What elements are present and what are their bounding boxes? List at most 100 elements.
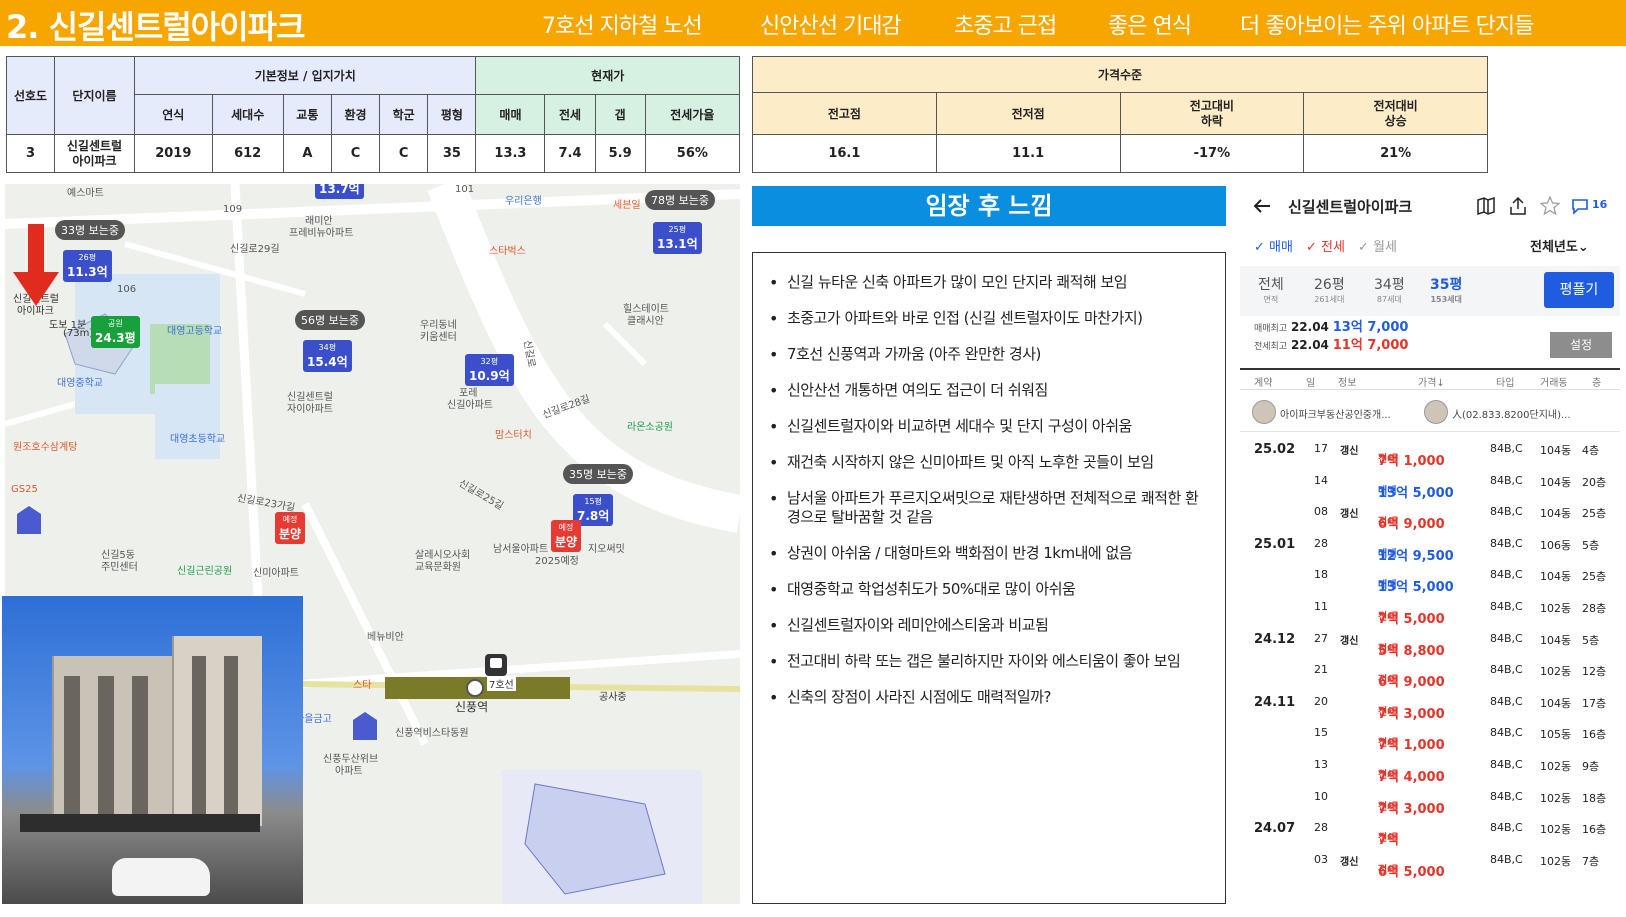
comment-icon[interactable] (1570, 196, 1590, 216)
table-row[interactable]: 21 전세 6억 9,000 84B,C 102동 12층 (1240, 655, 1620, 690)
sale-pin-2[interactable]: 예정 분양 (551, 520, 582, 552)
pin-price: 7.8억 (577, 509, 610, 523)
row-type: 84B,C (1490, 568, 1523, 582)
row-day: 28 (1314, 821, 1328, 835)
row-floor: 16층 (1582, 728, 1607, 742)
table-row[interactable]: 08 갱신 전세 6억 9,000 84B,C 104동 25층 (1240, 497, 1620, 532)
th-price[interactable]: 가격↓ (1418, 374, 1445, 389)
feel-item: 상권이 아쉬움 / 대형마트와 백화점이 반경 1km내에 없음 (769, 544, 1211, 563)
size-tab-34[interactable]: 34평 87세대 (1374, 274, 1405, 305)
map-label-gs25: GS25 (11, 484, 38, 495)
row-floor: 25층 (1582, 507, 1607, 521)
map-label-classic: 클래시안 (627, 316, 664, 327)
agent-2: 人(02.833.8200단지내)... (1452, 410, 1571, 421)
map-label-gongsa: 공사중 (599, 692, 627, 703)
row-dong: 102동 (1540, 602, 1572, 615)
table-row[interactable]: 24.12 27 갱신 전세 5억 8,800 84B,C 104동 5층 (1240, 624, 1620, 659)
row-day: 15 (1314, 726, 1328, 740)
map-label-106: 106 (117, 284, 137, 295)
transaction-app-panel: 신길센트럴아이파크 16 ✓ 매매 ✓ 전세 ✓ 월세 전체년도⌄ 전체 면적 2… (1240, 184, 1620, 904)
col-low: 전저점 (935, 92, 1121, 135)
map-label-line7: 7호선 (487, 676, 516, 691)
size-tab-sub: 87세대 (1376, 295, 1402, 304)
price-pin-1[interactable]: 26평 11.3억 (63, 250, 112, 282)
price-pin-2[interactable]: 34평 15.4억 (303, 340, 352, 372)
filter-sale[interactable]: ✓ 매매 (1254, 236, 1293, 255)
pin-price: 11.3억 (67, 265, 108, 279)
info-table: 선호도 단지이름 기본정보 / 입지가치 현재가 연식 세대수 교통 환경 학군… (6, 56, 741, 173)
table-row[interactable]: 13 전세 7억 4,000 84B,C 102동 9층 (1240, 750, 1620, 785)
filter-jeonse[interactable]: ✓ 전세 (1306, 236, 1345, 255)
row-dong: 104동 (1540, 633, 1572, 647)
table-row[interactable]: 24.07 28 전세 7억 84B,C 102동 16층 (1240, 813, 1620, 848)
size-tab-26[interactable]: 26평 261세대 (1314, 274, 1345, 305)
row-floor: 17층 (1582, 696, 1607, 710)
feel-list: 신길 뉴타운 신축 아파트가 많이 모인 단지라 쾌적해 보임 초중고가 아파트… (769, 273, 1211, 707)
keyword-1: 7호선 지하철 노선 (542, 14, 703, 39)
table-row[interactable]: 25.02 17 갱신 전세 7억 1,000 84B,C 104동 4층 (1240, 434, 1620, 469)
map-label-raon: 라온소공원 (627, 422, 673, 433)
row-type: 84B,C (1490, 821, 1523, 835)
row-month: 24.11 (1254, 694, 1296, 710)
cell-rise: 21% (1303, 134, 1488, 173)
viewer-bubble-2[interactable]: 56명 보는중 (295, 310, 365, 330)
viewer-bubble-4[interactable]: 35명 보는중 (563, 464, 633, 484)
table-row[interactable]: 03 갱신 전세 6억 5,000 84B,C 102동 7층 (1240, 845, 1620, 880)
feel-item: 전고대비 하락 또는 갭은 불리하지만 자이와 에스티움이 좋아 보임 (769, 652, 1211, 671)
map-label-starbucks: 스타벅스 (489, 246, 526, 257)
map-label-shingil-apt: 신길아파트 (447, 400, 493, 411)
table-row[interactable]: 18 매매 13억 5,000 84B,C 104동 25층 (1240, 560, 1620, 595)
price-pin-6[interactable]: 13.7억 (315, 184, 364, 199)
col-gap: 갭 (594, 94, 646, 135)
table-row[interactable]: 24.11 20 전세 7억 3,000 84B,C 104동 17층 (1240, 687, 1620, 722)
table-row[interactable]: 15 전세 7억 1,000 84B,C 105동 16층 (1240, 718, 1620, 753)
cell-year: 2019 (134, 134, 213, 173)
year-select[interactable]: 전체년도⌄ (1530, 236, 1589, 255)
th-type: 타입 (1496, 378, 1515, 389)
park-pin[interactable]: 공원 24.3평 (91, 316, 140, 348)
group-basic: 기본정보 / 입지가치 (133, 56, 477, 95)
row-floor: 25층 (1582, 570, 1607, 584)
group-price: 가격수준 (752, 56, 1488, 93)
size-tab-label: 전체 (1258, 277, 1284, 293)
sale-high-label: 매매최고 (1254, 324, 1288, 334)
share-icon[interactable] (1508, 196, 1528, 216)
cell-name: 신길센트럴 아이파크 (54, 134, 135, 173)
price-pin-4[interactable]: 25평 13.1억 (653, 222, 702, 254)
table-row[interactable]: 11 전세 7억 5,000 84B,C 102동 28층 (1240, 592, 1620, 627)
pin-size: 26평 (78, 253, 97, 262)
row-type: 84B,C (1490, 663, 1523, 677)
map-label-park: 신길근린공원 (177, 566, 233, 577)
star-icon[interactable] (1540, 196, 1560, 216)
map-book-icon[interactable] (1476, 196, 1496, 216)
table-row[interactable]: 10 전세 7억 3,000 84B,C 102동 18층 (1240, 782, 1620, 817)
size-tab-all[interactable]: 전체 면적 (1258, 274, 1284, 305)
agent-row[interactable]: 아이파크부동산공인중개... 人(02.833.8200단지내)... (1240, 392, 1620, 432)
viewer-bubble-3[interactable]: 78명 보는중 (645, 190, 715, 210)
row-day: 13 (1314, 758, 1328, 771)
map-label-kids-center: 키움센터 (420, 332, 457, 343)
map-label-emart: 예스마트 (67, 188, 104, 199)
setting-button[interactable]: 설정 (1550, 332, 1612, 358)
table-row[interactable]: 25.01 28 매매 12억 9,500 84B,C 106동 5층 (1240, 529, 1620, 564)
row-day: 03 (1314, 852, 1328, 866)
chevron-down-icon: ⌄ (1577, 240, 1589, 255)
row-day: 10 (1314, 789, 1328, 803)
map-label-planned: 2025예정 (535, 556, 579, 567)
map-label-edu: 교육문화원 (415, 562, 461, 573)
avatar (1252, 400, 1276, 424)
rent-high: 전세최고 22.04 11억 7,000 (1254, 334, 1408, 353)
row-dong: 104동 (1540, 507, 1572, 521)
map-label-road: 신길로29길 (230, 244, 280, 255)
size-tab-35[interactable]: 35평 153세대 (1430, 274, 1462, 305)
pin-size: 예정 (282, 515, 298, 524)
compare-button[interactable]: 평플기 (1544, 272, 1614, 308)
table-row[interactable]: 14 매매 13억 5,000 84B,C 104동 20층 (1240, 466, 1620, 501)
size-tab-sub: 153세대 (1430, 295, 1462, 304)
back-arrow-icon[interactable] (1252, 196, 1272, 216)
filter-rent[interactable]: ✓ 월세 (1358, 236, 1397, 255)
cell-size: 35 (427, 134, 477, 173)
price-pin-3[interactable]: 32평 10.9억 (465, 354, 514, 386)
sale-pin-1[interactable]: 예정 분양 (275, 512, 306, 544)
row-dong: 104동 (1540, 696, 1572, 710)
